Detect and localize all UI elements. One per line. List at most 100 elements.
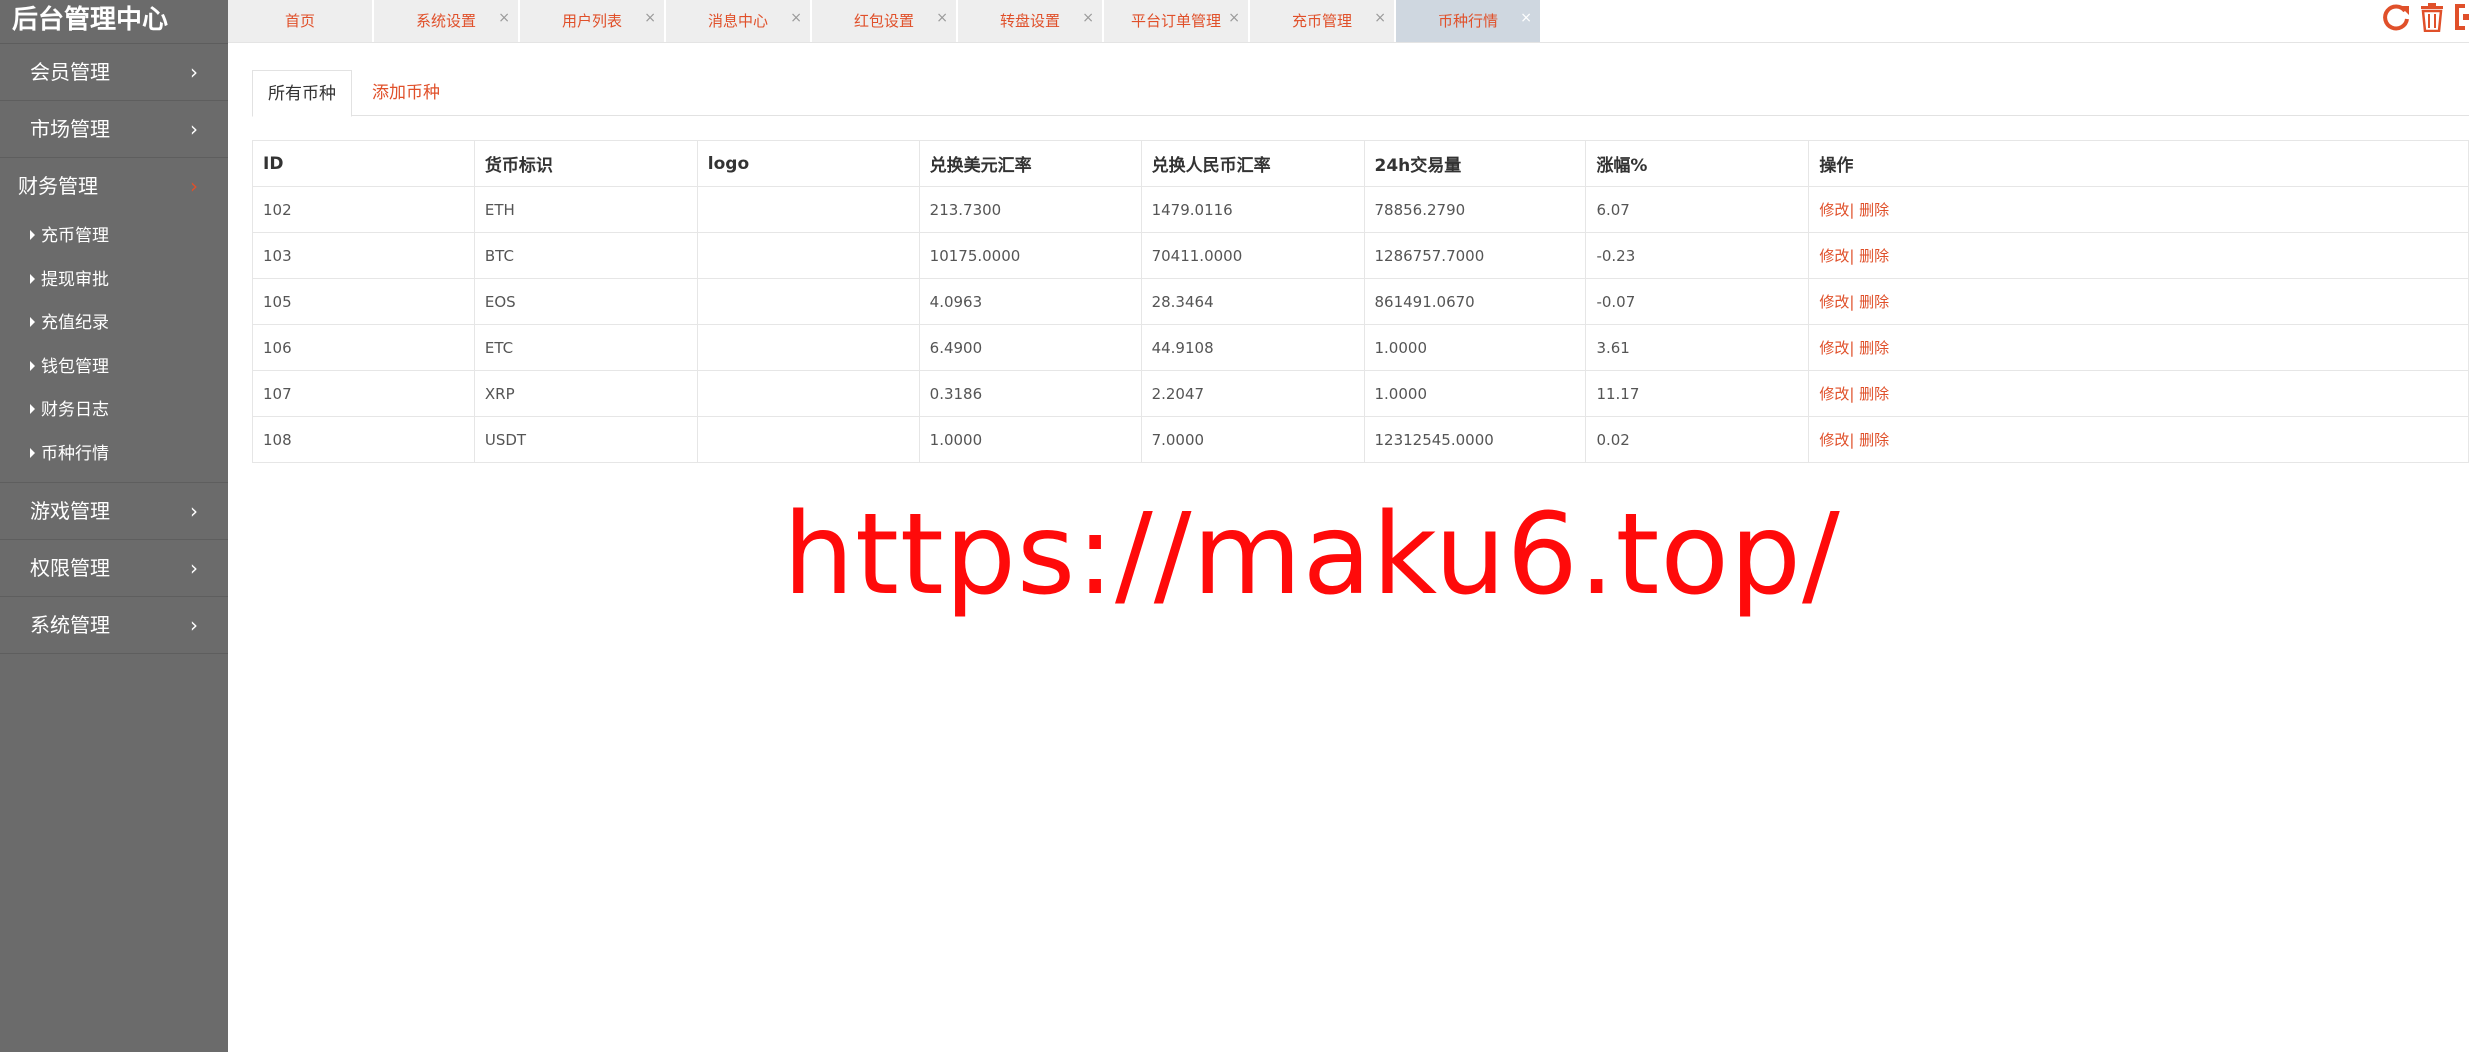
close-icon[interactable]: × (1228, 0, 1240, 39)
submenu-item-currency-quotes[interactable]: 币种行情 (0, 433, 228, 477)
sidebar-item-label: 系统管理 (30, 613, 110, 637)
sidebar-item-label: 权限管理 (30, 556, 110, 580)
close-icon[interactable]: × (1374, 0, 1386, 39)
table-cell: 2.2047 (1140, 370, 1365, 417)
submenu-item-label: 钱包管理 (41, 356, 109, 377)
table-cell: 1286757.7000 (1363, 232, 1587, 279)
sidebar-item-system[interactable]: 系统管理 › (0, 597, 228, 654)
finance-submenu: 充币管理 提现审批 充值纪录 钱包管理 财务日志 币种行情 (0, 215, 228, 483)
table-cell: 861491.0670 (1363, 278, 1587, 325)
tab-label: 币种行情 (1437, 12, 1498, 30)
sidebar-item-label: 市场管理 (30, 117, 110, 141)
tab-all-currencies[interactable]: 所有币种 (252, 70, 352, 117)
tab-wheel-settings[interactable]: 转盘设置 × (958, 0, 1103, 42)
submenu-item-label: 充值纪录 (41, 313, 109, 333)
caret-right-icon (30, 273, 35, 284)
exit-icon[interactable] (2453, 2, 2469, 38)
table-cell: 103 (252, 232, 475, 279)
sidebar-item-games[interactable]: 游戏管理 › (0, 483, 228, 540)
sidebar-item-label: 会员管理 (30, 60, 110, 84)
table-row: 106 ETC 6.4900 44.9108 1.0000 3.61 修改| 删除 (252, 324, 2469, 371)
close-icon[interactable]: × (1520, 0, 1532, 39)
table-cell: 3.61 (1585, 324, 1810, 371)
sidebar: 后台管理中心 会员管理 › 市场管理 › 财务管理 › 充币管理 提现审批 充值… (0, 0, 228, 1052)
main-content: 所有币种 添加币种 ID 货币标识 logo 兑换美元汇率 兑换人民币汇率 24… (252, 68, 2469, 463)
sidebar-item-label: 游戏管理 (30, 499, 110, 523)
trash-icon[interactable] (2419, 2, 2445, 38)
tab-label: 首页 (284, 12, 315, 30)
close-icon[interactable]: × (936, 0, 948, 39)
table-cell: EOS (473, 278, 698, 325)
chevron-right-icon: › (190, 60, 198, 84)
table-cell: 6.07 (1585, 186, 1810, 233)
tab-message-center[interactable]: 消息中心 × (666, 0, 811, 42)
tab-deposit-management[interactable]: 充币管理 × (1250, 0, 1395, 42)
column-header: logo (696, 140, 920, 187)
close-icon[interactable]: × (790, 0, 802, 39)
submenu-item-deposit[interactable]: 充币管理 (0, 215, 228, 259)
table-cell: -0.23 (1585, 232, 1810, 279)
chevron-right-icon: › (190, 556, 198, 580)
row-actions[interactable]: 修改| 删除 (1808, 324, 2469, 371)
table-header-row: ID 货币标识 logo 兑换美元汇率 兑换人民币汇率 24h交易量 涨幅% 操… (252, 140, 2469, 187)
column-header: 24h交易量 (1363, 140, 1587, 187)
refresh-icon[interactable] (2381, 2, 2411, 38)
tab-label: 系统设置 (415, 12, 476, 30)
row-actions[interactable]: 修改| 删除 (1808, 370, 2469, 417)
submenu-item-recharge-records[interactable]: 充值纪录 (0, 302, 228, 346)
table-cell: 6.4900 (918, 324, 1142, 371)
column-header: 货币标识 (473, 140, 698, 187)
table-row: 103 BTC 10175.0000 70411.0000 1286757.7000 -0… (252, 232, 2469, 279)
table-cell: 107 (252, 370, 475, 417)
tab-label: 用户列表 (561, 12, 622, 30)
chevron-right-icon: › (190, 499, 198, 523)
table-cell: 1.0000 (918, 416, 1142, 463)
sidebar-item-market[interactable]: 市场管理 › (0, 101, 228, 158)
chevron-right-icon: › (190, 613, 198, 637)
table-cell (696, 278, 920, 325)
tab-label: 充币管理 (1291, 12, 1352, 30)
close-icon[interactable]: × (644, 0, 656, 39)
table-cell: 44.9108 (1140, 324, 1365, 371)
tab-platform-orders[interactable]: 平台订单管理 × (1104, 0, 1249, 42)
table-cell: 10175.0000 (918, 232, 1142, 279)
tab-red-packet[interactable]: 红包设置 × (812, 0, 957, 42)
tab-system-settings[interactable]: 系统设置 × (374, 0, 519, 42)
watermark-url: https://maku6.top/ (783, 490, 1841, 620)
submenu-item-label: 充币管理 (41, 226, 109, 246)
tab-label: 平台订单管理 (1130, 12, 1221, 30)
table-cell (696, 370, 920, 417)
close-icon[interactable]: × (498, 0, 510, 39)
submenu-item-label: 财务日志 (41, 400, 109, 420)
column-header: 兑换人民币汇率 (1140, 140, 1365, 187)
row-actions[interactable]: 修改| 删除 (1808, 232, 2469, 279)
caret-right-icon (30, 404, 35, 414)
row-actions[interactable]: 修改| 删除 (1808, 186, 2469, 233)
table-cell: 1479.0116 (1140, 186, 1365, 233)
row-actions[interactable]: 修改| 删除 (1808, 416, 2469, 463)
tab-add-currency[interactable]: 添加币种 (357, 70, 455, 117)
submenu-item-withdraw[interactable]: 提现审批 (0, 259, 228, 303)
submenu-item-wallets[interactable]: 钱包管理 (0, 346, 228, 390)
table-row: 102 ETH 213.7300 1479.0116 78856.2790 6.07 修改|… (252, 186, 2469, 233)
sidebar-item-members[interactable]: 会员管理 › (0, 44, 228, 101)
table-cell (696, 324, 920, 371)
tab-home[interactable]: 首页 (228, 0, 373, 42)
column-header: 操作 (1808, 140, 2469, 187)
table-cell: 102 (252, 186, 475, 233)
table-cell (696, 416, 920, 463)
tab-bar: 首页 系统设置 × 用户列表 × 消息中心 × 红包设置 × 转盘设置 × 平台订单管理 ×… (228, 0, 2469, 43)
column-header: 涨幅% (1585, 140, 1810, 187)
chevron-right-icon: › (190, 117, 198, 141)
close-icon[interactable]: × (1082, 0, 1094, 39)
submenu-item-finance-log[interactable]: 财务日志 (0, 389, 228, 433)
sidebar-item-permissions[interactable]: 权限管理 › (0, 540, 228, 597)
brand-title: 后台管理中心 (0, 0, 228, 44)
tab-currency-quotes[interactable]: 币种行情 × (1396, 0, 1541, 42)
table-cell (696, 186, 920, 233)
sidebar-item-finance[interactable]: 财务管理 › (0, 158, 228, 215)
currency-table: ID 货币标识 logo 兑换美元汇率 兑换人民币汇率 24h交易量 涨幅% 操… (252, 140, 2469, 463)
sidebar-item-label: 财务管理 (18, 174, 98, 198)
tab-user-list[interactable]: 用户列表 × (520, 0, 665, 42)
row-actions[interactable]: 修改| 删除 (1808, 278, 2469, 325)
